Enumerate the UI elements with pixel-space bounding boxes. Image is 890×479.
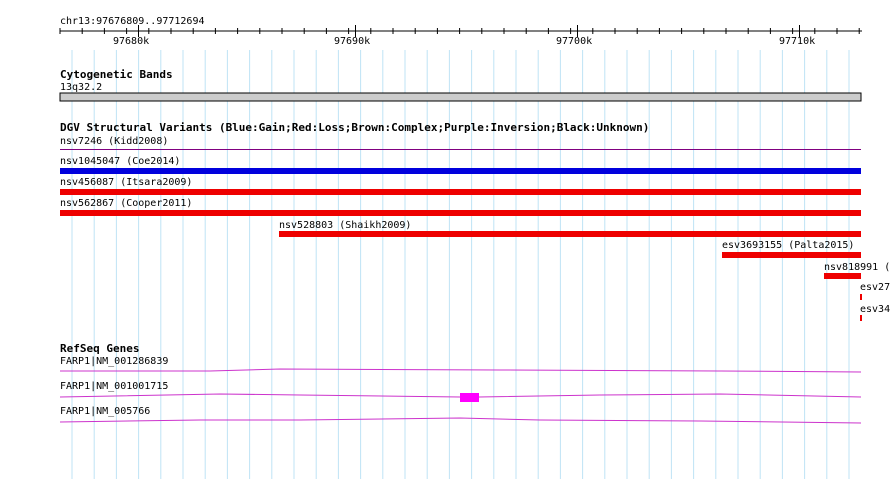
variant-label: nsv1045047 (Coe2014) (60, 156, 180, 167)
grid-lines (71, 50, 850, 479)
variant-bar-inversion[interactable] (60, 149, 861, 150)
track-title-dgv: DGV Structural Variants (Blue:Gain;Red:L… (60, 121, 649, 134)
gene-label: FARP1|NM_005766 (60, 406, 150, 417)
variant-bar-loss[interactable] (60, 189, 861, 195)
track-title-refseq: RefSeq Genes (60, 342, 139, 355)
variant-label: nsv818991 ( (824, 262, 890, 273)
genome-browser-panel: chr13:97676809..97712694 97680k 97690k 9… (59, 16, 890, 479)
variant-label: nsv562867 (Cooper2011) (60, 198, 192, 209)
tick-label: 97700k (556, 36, 592, 47)
variant-label: esv34 (860, 304, 890, 315)
variant-bar-loss[interactable] (824, 273, 861, 279)
gene-model[interactable] (60, 368, 862, 373)
variant-bar-gain[interactable] (60, 168, 861, 174)
refseq-track[interactable]: RefSeq Genes FARP1|NM_001286839 FARP1|NM… (59, 342, 862, 424)
variant-bar-loss[interactable] (860, 315, 862, 321)
variant-label: esv27 (860, 282, 890, 293)
tick-label: 97680k (113, 36, 149, 47)
track-title-cytoband: Cytogenetic Bands (60, 68, 173, 81)
variant-bar-loss[interactable] (279, 231, 861, 237)
cytoband-bar[interactable] (59, 92, 862, 102)
band-label: 13q32.2 (60, 82, 102, 93)
ruler: chr13:97676809..97712694 97680k 97690k 9… (59, 16, 862, 47)
variant-label: nsv528803 (Shaikh2009) (279, 220, 411, 231)
region-label: chr13:97676809..97712694 (60, 16, 205, 27)
cytoband-track[interactable]: Cytogenetic Bands 13q32.2 (59, 68, 862, 102)
gene-model[interactable] (59, 417, 862, 424)
variant-bar-loss[interactable] (860, 294, 862, 300)
gene-label: FARP1|NM_001286839 (60, 356, 168, 367)
dgv-track[interactable]: DGV Structural Variants (Blue:Gain;Red:L… (60, 121, 890, 321)
variant-bar-loss[interactable] (60, 210, 861, 216)
variant-label: nsv456087 (Itsara2009) (60, 177, 192, 188)
variant-label: esv3693155 (Palta2015) (722, 240, 854, 251)
exon-block[interactable] (460, 393, 479, 402)
tick-label: 97710k (779, 36, 815, 47)
gene-label: FARP1|NM_001001715 (60, 381, 168, 392)
variant-label: nsv7246 (Kidd2008) (60, 136, 168, 147)
variant-bar-loss[interactable] (722, 252, 861, 258)
tick-label: 97690k (334, 36, 370, 47)
